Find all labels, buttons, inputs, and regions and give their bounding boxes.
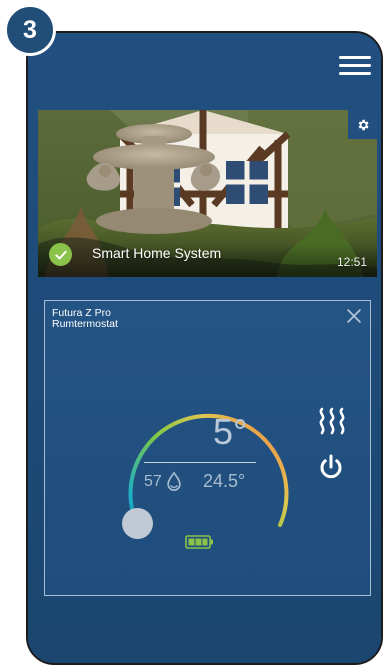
setpoint-temperature: 5° <box>213 411 248 452</box>
gear-icon <box>358 119 369 130</box>
step-badge: 3 <box>4 4 56 56</box>
system-time: 12:51 <box>336 255 367 269</box>
heat-waves-icon[interactable] <box>316 406 348 436</box>
system-name: Smart Home System <box>92 245 222 261</box>
water-drop-icon <box>167 471 181 491</box>
temperature-divider <box>144 462 256 463</box>
screenshot-stage: 3 Smart Home System 12:51 Futura Z Pro R… <box>0 0 385 666</box>
settings-button[interactable] <box>348 110 377 139</box>
power-icon[interactable] <box>317 453 345 481</box>
thermostat-card[interactable]: Futura Z Pro Rumtermostat 5° 57 24.5° <box>44 300 371 596</box>
home-system-banner[interactable]: Smart Home System 12:51 <box>38 110 377 277</box>
menu-line <box>339 56 371 59</box>
device-type: Rumtermostat <box>52 318 118 330</box>
check-circle-icon <box>49 243 72 266</box>
hamburger-menu-icon[interactable] <box>339 56 371 82</box>
close-icon[interactable] <box>346 308 362 324</box>
humidity-value: 57 <box>144 473 162 490</box>
menu-line <box>339 64 371 67</box>
phone-screen: Smart Home System 12:51 Futura Z Pro Rum… <box>26 31 383 665</box>
temperature-dial <box>128 413 289 527</box>
menu-line <box>339 72 371 75</box>
checkmark-icon <box>54 250 67 259</box>
battery-icon <box>185 535 213 549</box>
temperature-slider-knob[interactable] <box>122 508 153 539</box>
current-temperature: 24.5° <box>203 471 246 491</box>
